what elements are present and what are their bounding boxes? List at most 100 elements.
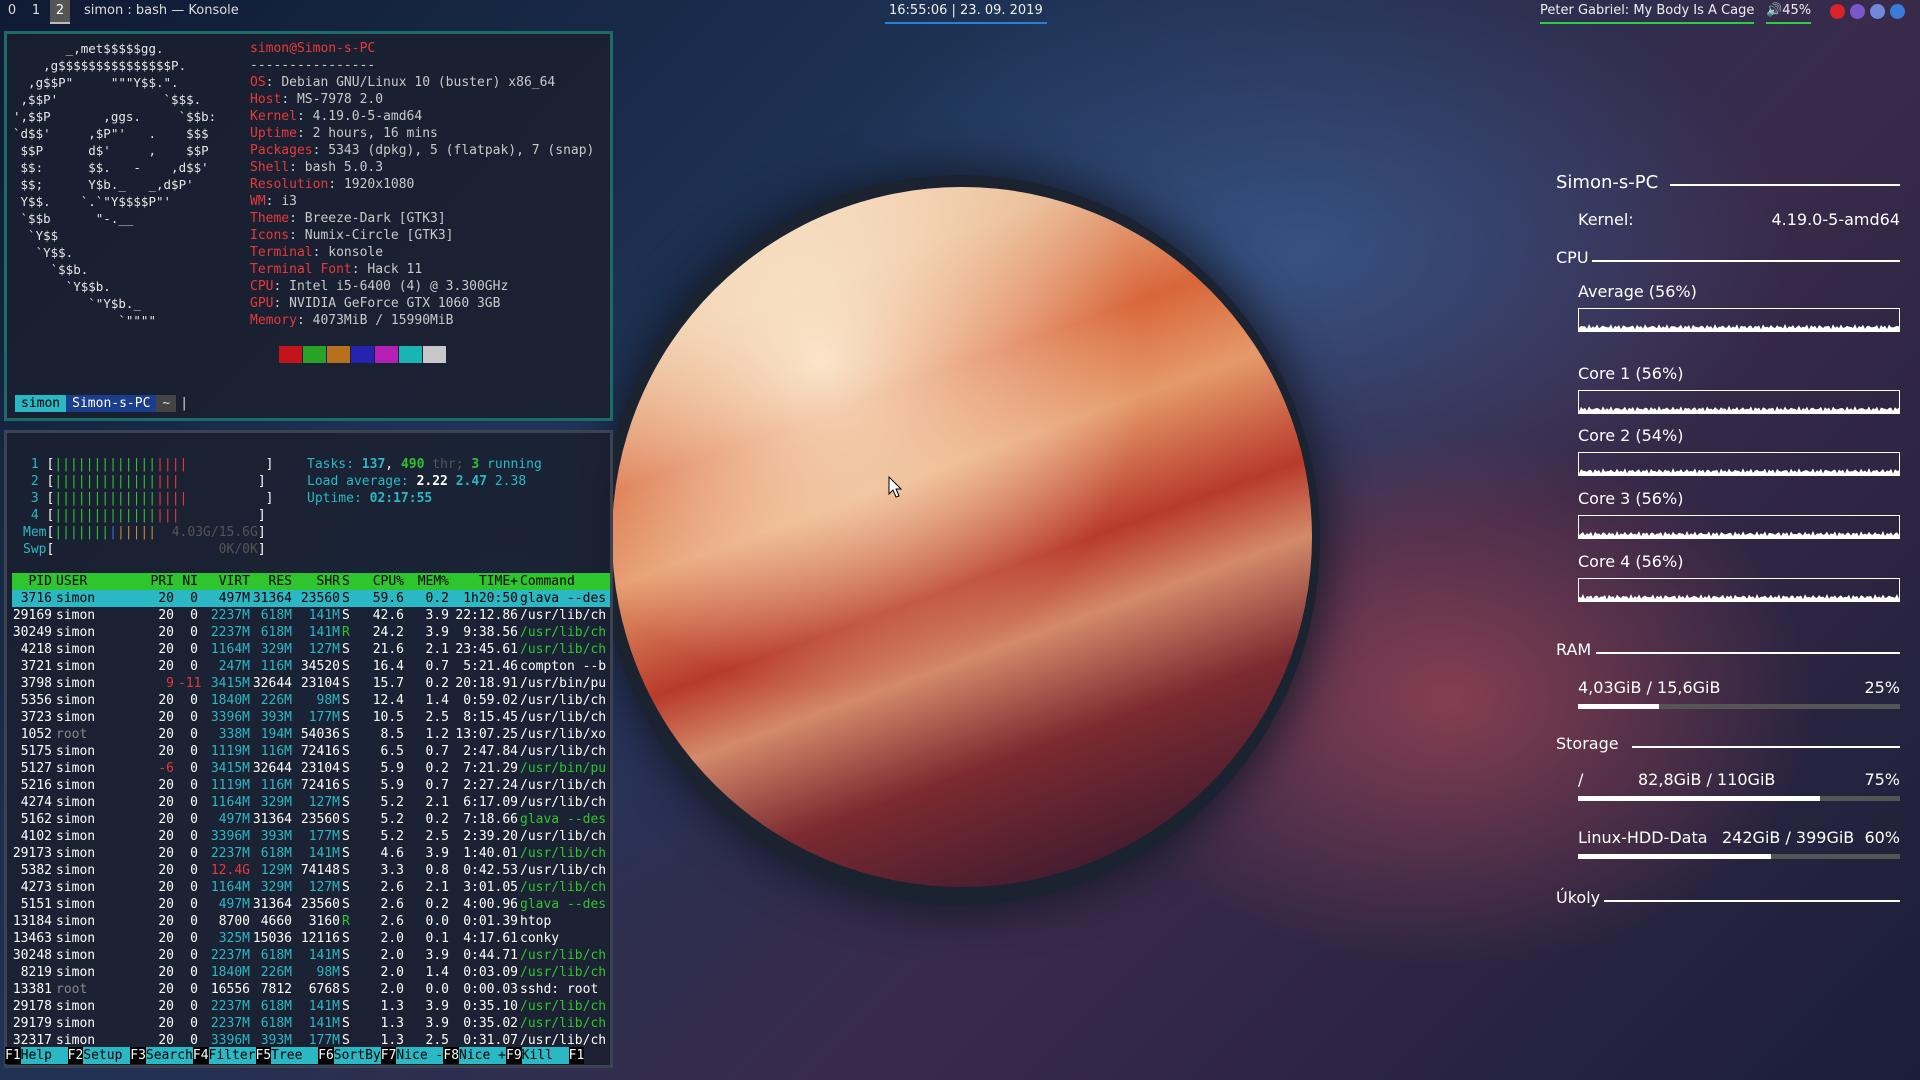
fkey-label[interactable]: Filter <box>208 1047 256 1064</box>
viber-icon[interactable] <box>1850 4 1865 19</box>
process-row[interactable]: 3721 simon 20 0 247M 116M 34520 S 16.4 0.7 5:21.46… <box>12 658 610 675</box>
discord-icon[interactable] <box>1870 4 1885 19</box>
fkey-f1[interactable]: F1 <box>5 1047 21 1064</box>
workspace-1[interactable]: 1 <box>26 0 46 24</box>
table-header[interactable]: PID USER PRI NI VIRT RES SHR S CPU% MEM% TIME+ Comm… <box>12 573 610 590</box>
fkey-f3[interactable]: F3 <box>130 1047 146 1064</box>
process-row[interactable]: 4273 simon 20 0 1164M 329M 127M S 2.6 2.1 3:01.05/… <box>12 879 610 896</box>
fkey-label[interactable]: Nice - <box>396 1047 444 1064</box>
color-swatch <box>327 346 350 363</box>
process-row[interactable]: 5151 simon 20 0 497M 31364 23560 S 2.6 0.2 4:00.96… <box>12 896 610 913</box>
process-row[interactable]: 5356 simon 20 0 1840M 226M 98M S 12.4 1.4 0:59.02/… <box>12 692 610 709</box>
clock[interactable]: 16:55:06 | 23. 09. 2019 <box>885 0 1047 24</box>
process-row[interactable]: 29173 simon 20 0 2237M 618M 141M S 4.6 3.9 1:40.01… <box>12 845 610 862</box>
process-row[interactable]: 3798 simon 9 -11 3415M 32644 23104 S 15.7 0.2 20:1… <box>12 675 610 692</box>
cell-mem: 3.9 <box>425 999 449 1014</box>
fkey-label[interactable]: Tree <box>271 1047 319 1064</box>
process-row[interactable]: 5127 simon -6 0 3415M 32644 23104 S 5.9 0.2 7:21.2… <box>12 760 610 777</box>
cell-s: S <box>342 642 350 657</box>
cell-user: simon <box>56 795 96 810</box>
fkey-f1[interactable]: F1 <box>568 1047 585 1064</box>
cpu-graph-line <box>1579 323 1899 331</box>
process-row[interactable]: 1052 root 20 0 338M 194M 54036 S 8.5 1.2 13:07.25/… <box>12 726 610 743</box>
cell-shr: 6768 <box>308 982 340 997</box>
fkey-label[interactable]: Setup <box>83 1047 131 1064</box>
cell-time: 13:07.25 <box>455 727 518 742</box>
gmail-icon[interactable] <box>1830 4 1845 19</box>
fkey-f5[interactable]: F5 <box>255 1047 272 1064</box>
process-row[interactable]: 8219 simon 20 0 1840M 226M 98M S 2.0 1.4 0:03.09/u… <box>12 964 610 981</box>
process-row[interactable]: 5216 simon 20 0 1119M 116M 72416 S 5.9 0.7 2:27.24… <box>12 777 610 794</box>
info-line: CPU: Intel i5-6400 (4) @ 3.300GHz <box>250 279 509 294</box>
cell-virt: 3415M <box>210 761 250 776</box>
fkey-label[interactable]: Search <box>145 1047 193 1064</box>
function-key-bar[interactable]: F1 Help F2 Setup F3 Search F4 Filter F5 Tree F6… <box>5 1047 585 1064</box>
process-row[interactable]: 13381 root 20 0 16556 7812 6768 S 2.0 0.0 0:00.03 s… <box>12 981 610 998</box>
cell-res: 116M <box>260 778 292 793</box>
process-row[interactable]: 30249 simon 20 0 2237M 618M 141M R 24.2 3.9 9:38.5… <box>12 624 610 641</box>
cell-cpu: 5.2 <box>380 829 404 844</box>
process-table[interactable]: PID USER PRI NI VIRT RES SHR S CPU% MEM% TIME+ Comm… <box>12 573 610 1049</box>
fkey-f7[interactable]: F7 <box>380 1047 397 1064</box>
process-row[interactable]: 5382 simon 20 0 12.4G 129M 74148 S 3.3 0.8 0:42.53… <box>12 862 610 879</box>
info-value: Hack 11 <box>367 262 423 277</box>
cell-mem: 2.5 <box>425 829 449 844</box>
cpu-graph-line <box>1579 405 1899 413</box>
process-row[interactable]: 29169 simon 20 0 2237M 618M 141M S 42.6 3.9 22:12.… <box>12 607 610 624</box>
cell-user: simon <box>56 591 96 606</box>
workspace-2[interactable]: 2 <box>50 0 70 24</box>
cell-res: 329M <box>260 880 292 895</box>
process-row[interactable]: 29178 simon 20 0 2237M 618M 141M S 1.3 3.9 0:35.10… <box>12 998 610 1015</box>
fkey-label[interactable]: Kill <box>521 1047 569 1064</box>
cell-ni: 0 <box>190 999 198 1014</box>
cell-command: /usr/lib/ch <box>520 693 607 708</box>
cpu-meter: 4 [|||||||||||||||| ] <box>23 508 266 523</box>
process-row[interactable]: 4218 simon 20 0 1164M 329M 127M S 21.6 2.1 23:45.6… <box>12 641 610 658</box>
fkey-f8[interactable]: F8 <box>443 1047 460 1064</box>
process-row[interactable]: 5175 simon 20 0 1119M 116M 72416 S 6.5 0.7 2:47.84… <box>12 743 610 760</box>
cell-time: 1:40.01 <box>463 846 518 861</box>
cell-res: 116M <box>260 659 292 674</box>
cell-command: /usr/lib/xo <box>520 727 607 742</box>
cell-cpu: 12.4 <box>372 693 404 708</box>
fkey-f9[interactable]: F9 <box>506 1047 522 1064</box>
fkey-label[interactable]: Help <box>20 1047 68 1064</box>
process-row[interactable]: 13184 simon 20 0 8700 4660 3160 R 2.6 0.0 0:01.39 h… <box>12 913 610 930</box>
cell-shr: 141M <box>308 625 340 640</box>
process-row[interactable]: 5162 simon 20 0 497M 31364 23560 S 5.2 0.2 7:18.66… <box>12 811 610 828</box>
cell-user: simon <box>56 999 96 1014</box>
color-swatch <box>303 346 326 363</box>
now-playing[interactable]: Peter Gabriel: My Body Is A Cage <box>1540 0 1755 24</box>
fkey-f2[interactable]: F2 <box>67 1047 84 1064</box>
fkey-f4[interactable]: F4 <box>192 1047 209 1064</box>
cell-pid: 29178 <box>12 999 52 1014</box>
cell-s: S <box>342 778 350 793</box>
process-row[interactable]: 29179 simon 20 0 2237M 618M 141M S 1.3 3.9 0:35.02… <box>12 1015 610 1032</box>
cell-ni: -11 <box>178 676 202 691</box>
cell-cpu: 10.5 <box>372 710 404 725</box>
fkey-label[interactable]: Nice + <box>459 1047 506 1064</box>
cell-mem: 0.0 <box>425 982 449 997</box>
cell-s: S <box>342 727 350 742</box>
info-value: Intel i5-6400 (4) @ 3.300GHz <box>289 279 509 294</box>
cell-s: S <box>342 812 350 827</box>
volume-control[interactable]: 🔊45% <box>1766 0 1812 24</box>
process-row[interactable]: 4274 simon 20 0 1164M 329M 127M S 5.2 2.1 6:17.09/… <box>12 794 610 811</box>
shell-prompt[interactable]: simon Simon-s-PC ~ | <box>15 395 192 412</box>
app-icon[interactable] <box>1890 4 1905 19</box>
workspace-0[interactable]: 0 <box>2 0 22 24</box>
cell-cpu: 3.3 <box>380 863 404 878</box>
cell-cpu: 21.6 <box>372 642 404 657</box>
process-row[interactable]: 4102 simon 20 0 3396M 393M 177M S 5.2 2.5 2:39.20/… <box>12 828 610 845</box>
prompt-dir: ~ <box>156 395 177 412</box>
process-row[interactable]: 3723 simon 20 0 3396M 393M 177M S 10.5 2.5 8:15.45… <box>12 709 610 726</box>
fkey-f6[interactable]: F6 <box>318 1047 334 1064</box>
htop-terminal[interactable]: 1 [||||||||||||||||| ] 2 [||||||||||||||… <box>4 430 613 1068</box>
neofetch-terminal[interactable]: _,met$$$$$gg. ,g$$$$$$$$$$$$$$$P. ,g$$P"… <box>4 31 613 421</box>
process-row[interactable]: 30248 simon 20 0 2237M 618M 141M S 2.0 3.9 0:44.71… <box>12 947 610 964</box>
cell-pid: 30248 <box>12 948 52 963</box>
process-row[interactable]: 3716 simon 20 0 497M 31364 23560 S 59.6 0.2 1h20:5… <box>12 590 610 607</box>
cell-res: 15036 <box>252 931 292 946</box>
fkey-label[interactable]: SortBy <box>333 1047 381 1064</box>
process-row[interactable]: 13463 simon 20 0 325M 15036 12116 S 2.0 0.1 4:17.6… <box>12 930 610 947</box>
